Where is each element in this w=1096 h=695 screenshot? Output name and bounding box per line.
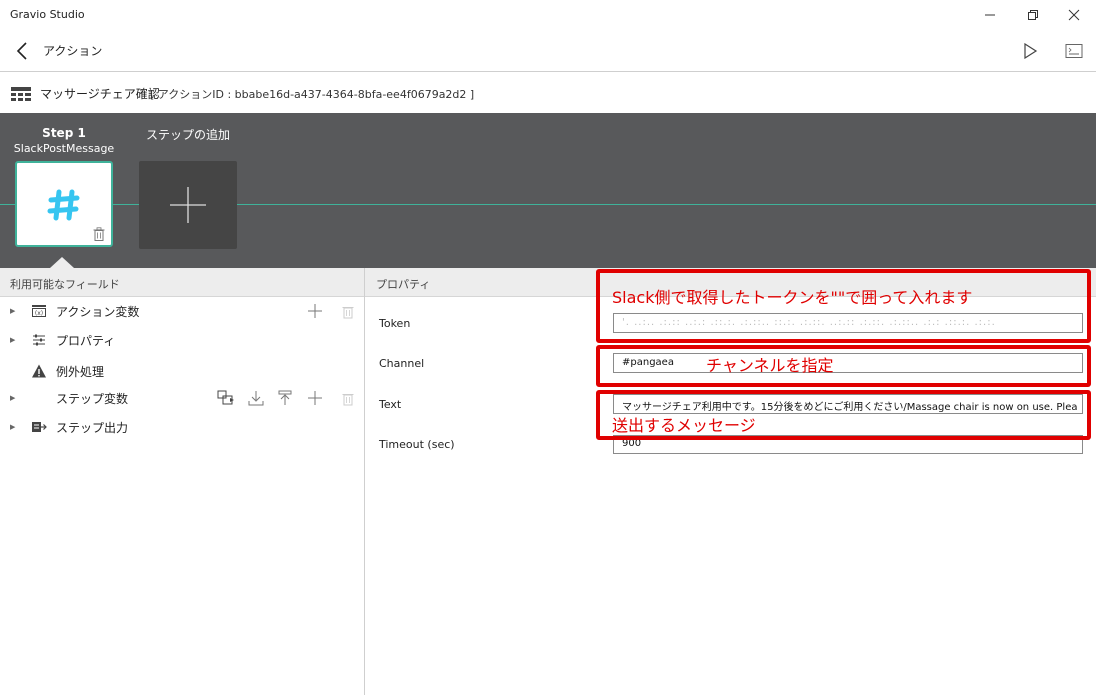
title-bar: Gravio Studio [0,0,1096,30]
channel-annotation-text: チャンネルを指定 [706,356,834,375]
delete-action-variable-button[interactable] [338,301,358,321]
available-fields-header: 利用可能なフィールド [0,268,364,297]
trash-icon [342,393,354,405]
minimize-icon [985,14,995,16]
expand-arrow-icon[interactable]: ▶ [10,423,15,431]
output-icon [32,422,47,432]
app-title: Gravio Studio [10,8,85,21]
run-button[interactable] [1018,39,1042,63]
tree-item-action-variables[interactable]: ▶ (x) アクション変数 [0,297,364,325]
expand-arrow-icon[interactable]: ▶ [10,394,15,402]
export-step-variable-button[interactable] [275,388,295,408]
channel-annotation-box [596,345,1091,387]
action-icon [11,87,31,101]
slack-hash-icon [47,189,80,221]
import-step-variable-button[interactable] [246,388,266,408]
timeout-label: Timeout (sec) [379,438,455,451]
close-icon [1068,9,1080,21]
back-button[interactable] [10,39,34,63]
copy-variable-icon [217,390,234,405]
plus-icon [308,391,322,405]
delete-step-variable-button[interactable] [338,388,358,408]
download-icon [248,391,264,406]
selected-step-pointer [50,257,74,268]
tree-item-label: プロパティ [56,334,116,348]
add-step-variable-button[interactable] [305,388,325,408]
page-title: アクション [43,44,103,58]
trash-icon[interactable] [93,227,105,241]
token-annotation-text: Slack側で取得したトークンを""で囲って入れます [612,288,973,307]
step1-card[interactable] [15,161,113,247]
expand-arrow-icon[interactable]: ▶ [10,307,15,315]
plus-icon [308,304,322,318]
plus-icon [170,187,206,223]
token-label: Token [379,317,411,330]
upload-icon [278,390,292,405]
console-button[interactable] [1062,39,1086,63]
tree-item-label: ステップ出力 [56,421,129,435]
action-header: マッサージチェア確認 [ アクションID : bbabe16d-a437-436… [0,73,1096,113]
restore-button[interactable] [1010,0,1056,30]
copy-step-variable-button[interactable] [216,388,236,408]
warning-icon [32,364,46,378]
channel-label: Channel [379,357,425,370]
add-step-button[interactable] [139,161,237,249]
play-icon [1024,43,1038,59]
trash-icon [342,306,354,318]
step-strip: Step 1 SlackPostMessage ステップの追加 [0,113,1096,268]
step1-label: Step 1 [42,126,86,140]
properties-title: プロパティ [376,278,431,291]
properties-icon [33,334,45,346]
available-fields-panel: 利用可能なフィールド ▶ (x) アクション変数 ▶ プロパティ 例外処理 ▶ … [0,268,365,695]
tree-item-label: ステップ変数 [56,392,129,406]
variable-icon: (x) [32,305,46,317]
nav-bar: アクション [0,30,1096,72]
console-icon [1065,44,1083,58]
action-id: [ アクションID : bbabe16d-a437-4364-8bfa-ee4f… [150,88,475,101]
text-annotation-text: 送出するメッセージ [612,416,756,435]
tree-item-step-output[interactable]: ▶ ステップ出力 [0,413,364,441]
tree-item-properties[interactable]: ▶ プロパティ [0,326,364,354]
svg-text:(x): (x) [35,310,43,317]
available-fields-title: 利用可能なフィールド [10,278,120,291]
tree-item-label: アクション変数 [56,305,140,319]
text-label: Text [379,398,402,411]
tree-item-label: 例外処理 [56,365,105,379]
add-action-variable-button[interactable] [305,301,325,321]
restore-icon [1028,10,1038,20]
back-arrow-icon [16,42,27,60]
expand-arrow-icon[interactable]: ▶ [10,336,15,344]
add-step-label: ステップの追加 [145,128,230,142]
tree-item-exception-handling[interactable]: 例外処理 [0,357,364,385]
close-button[interactable] [1051,0,1096,30]
tree-item-step-variables[interactable]: ▶ ステップ変数 [0,384,364,412]
action-name: マッサージチェア確認 [40,87,160,101]
minimize-button[interactable] [967,0,1013,30]
step1-name: SlackPostMessage [13,142,115,155]
